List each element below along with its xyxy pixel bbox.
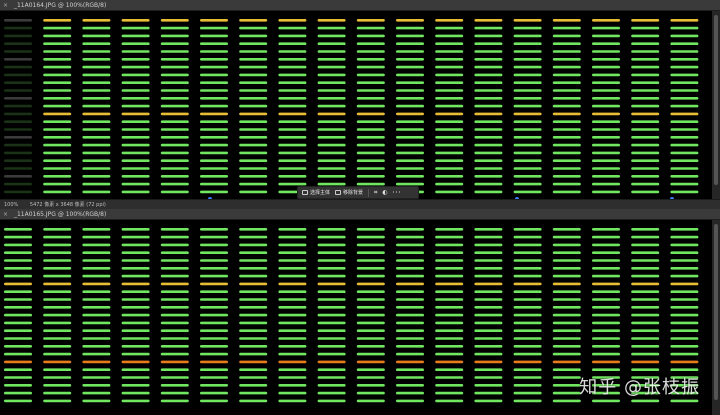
crop-icon[interactable]: ⌗ xyxy=(374,189,377,197)
top-document-tab[interactable]: × _11A0164.JPG @ 100%(RGB/8) xyxy=(0,0,720,11)
top-vertical-scrollbar[interactable] xyxy=(712,11,720,199)
divider xyxy=(368,188,370,197)
remove-background-button[interactable]: 移除背景 xyxy=(335,189,363,196)
bottom-vertical-scrollbar[interactable] xyxy=(712,220,720,415)
status-bar: 100% 5472 像素 x 3648 像素 (72 ppi) xyxy=(0,199,720,209)
zoom-level[interactable]: 100% xyxy=(4,202,18,208)
close-icon[interactable]: × xyxy=(3,211,8,218)
remove-background-label: 移除背景 xyxy=(343,190,364,196)
bottom-document-tab[interactable]: × _11A0165.JPG @ 100%(RGB/8) xyxy=(0,209,720,220)
close-icon[interactable]: × xyxy=(3,2,8,9)
contextual-task-bar: 选择主体 移除背景 ⌗ ◐ ··· xyxy=(297,186,419,199)
top-canvas[interactable] xyxy=(0,11,712,199)
top-led-image xyxy=(4,19,699,194)
document-dimensions: 5472 像素 x 3648 像素 (72 ppi) xyxy=(29,202,106,208)
top-document-title: _11A0164.JPG @ 100%(RGB/8) xyxy=(13,2,107,9)
more-icon[interactable]: ··· xyxy=(393,190,402,196)
select-subject-icon xyxy=(302,190,308,195)
select-subject-button[interactable]: 选择主体 xyxy=(302,189,330,196)
bottom-scroll-thumb[interactable] xyxy=(714,224,718,400)
top-scroll-thumb[interactable] xyxy=(714,15,718,185)
bottom-document-title: _11A0165.JPG @ 100%(RGB/8) xyxy=(13,211,107,218)
remove-background-icon xyxy=(335,190,342,195)
mask-icon[interactable]: ◐ xyxy=(382,189,387,196)
watermark: 知乎 @张枝振 xyxy=(579,377,700,398)
select-subject-label: 选择主体 xyxy=(310,190,331,196)
